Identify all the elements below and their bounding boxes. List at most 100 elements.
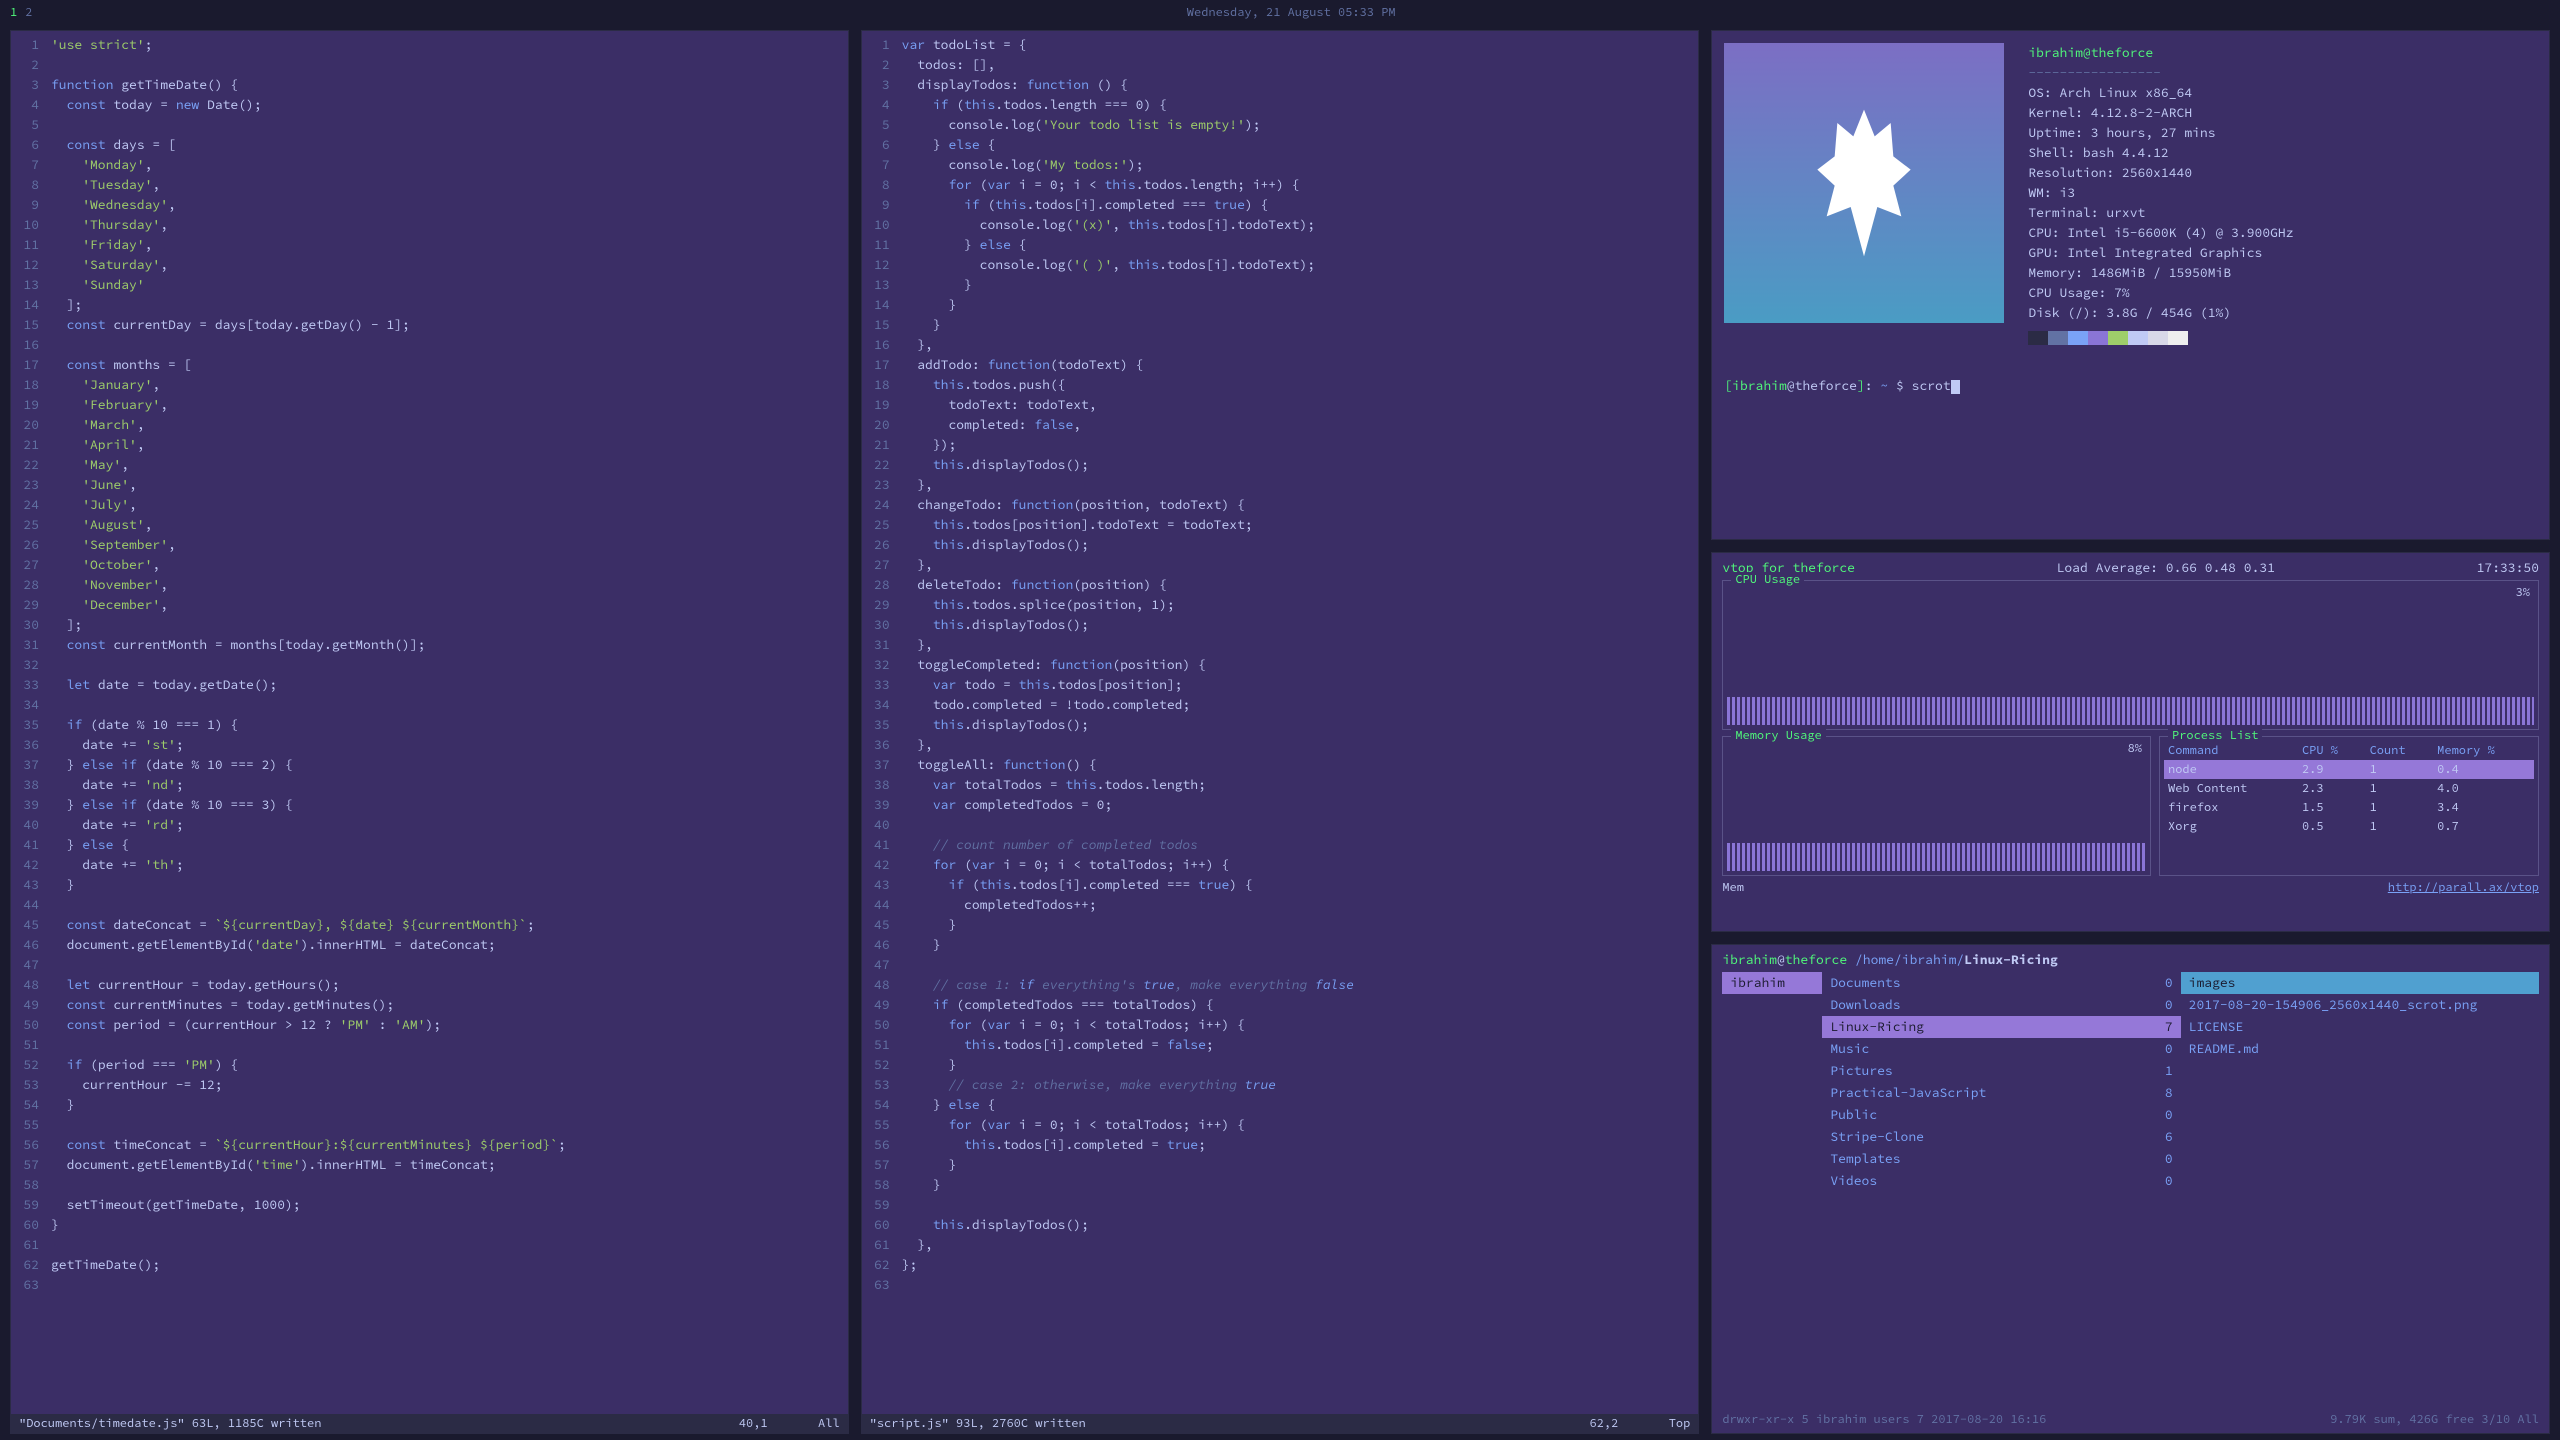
code-line[interactable]: 61 }, — [862, 1235, 1699, 1255]
ranger-col-parent[interactable]: ibrahim — [1722, 972, 1822, 1408]
code-line[interactable]: 16 }, — [862, 335, 1699, 355]
code-line[interactable]: 46 document.getElementById('date').inner… — [11, 935, 848, 955]
code-line[interactable]: 35 if (date % 10 === 1) { — [11, 715, 848, 735]
code-line[interactable]: 25 this.todos[position].todoText = todoT… — [862, 515, 1699, 535]
ranger-col-current[interactable]: Documents0Downloads0Linux-Ricing7Music0P… — [1822, 972, 2180, 1408]
code-line[interactable]: 53 currentHour -= 12; — [11, 1075, 848, 1095]
code-line[interactable]: 12 console.log('( )', this.todos[i].todo… — [862, 255, 1699, 275]
code-line[interactable]: 4 const today = new Date(); — [11, 95, 848, 115]
code-line[interactable]: 8 for (var i = 0; i < this.todos.length;… — [862, 175, 1699, 195]
ranger-item[interactable]: Music0 — [1822, 1038, 2180, 1060]
code-line[interactable]: 26 this.displayTodos(); — [862, 535, 1699, 555]
code-line[interactable]: 9 'Wednesday', — [11, 195, 848, 215]
code-line[interactable]: 57 document.getElementById('time').inner… — [11, 1155, 848, 1175]
process-row[interactable]: Web Content2.314.0 — [2164, 779, 2534, 798]
process-list[interactable]: Process List CommandCPU %CountMemory %no… — [2159, 736, 2539, 876]
code-line[interactable]: 46 } — [862, 935, 1699, 955]
code-line[interactable]: 38 var totalTodos = this.todos.length; — [862, 775, 1699, 795]
workspace-2[interactable]: 2 — [25, 5, 32, 20]
code-line[interactable]: 36 date += 'st'; — [11, 735, 848, 755]
code-line[interactable]: 14 ]; — [11, 295, 848, 315]
code-line[interactable]: 45 const dateConcat = `${currentDay}, ${… — [11, 915, 848, 935]
code-line[interactable]: 33 var todo = this.todos[position]; — [862, 675, 1699, 695]
code-line[interactable]: 33 let date = today.getDate(); — [11, 675, 848, 695]
code-line[interactable]: 60 this.displayTodos(); — [862, 1215, 1699, 1235]
code-line[interactable]: 47 — [862, 955, 1699, 975]
code-line[interactable]: 22 this.displayTodos(); — [862, 455, 1699, 475]
process-row[interactable]: Xorg0.510.7 — [2164, 817, 2534, 836]
code-line[interactable]: 29 'December', — [11, 595, 848, 615]
code-line[interactable]: 25 'August', — [11, 515, 848, 535]
code-line[interactable]: 10 'Thursday', — [11, 215, 848, 235]
code-line[interactable]: 40 — [862, 815, 1699, 835]
terminal-prompt[interactable]: [ibrahim@theforce]: ~ $ scrot — [1724, 377, 2537, 394]
code-line[interactable]: 56 const timeConcat = `${currentHour}:${… — [11, 1135, 848, 1155]
code-line[interactable]: 3function getTimeDate() { — [11, 75, 848, 95]
code-line[interactable]: 55 — [11, 1115, 848, 1135]
code-line[interactable]: 36 }, — [862, 735, 1699, 755]
code-line[interactable]: 51 — [11, 1035, 848, 1055]
code-line[interactable]: 60} — [11, 1215, 848, 1235]
code-line[interactable]: 61 — [11, 1235, 848, 1255]
code-line[interactable]: 32 toggleCompleted: function(position) { — [862, 655, 1699, 675]
code-line[interactable]: 42 date += 'th'; — [11, 855, 848, 875]
code-line[interactable]: 54 } — [11, 1095, 848, 1115]
code-line[interactable]: 18 this.todos.push({ — [862, 375, 1699, 395]
code-line[interactable]: 34 todo.completed = !todo.completed; — [862, 695, 1699, 715]
code-line[interactable]: 4 if (this.todos.length === 0) { — [862, 95, 1699, 115]
ranger-item[interactable]: Templates0 — [1822, 1148, 2180, 1170]
ranger-item[interactable]: Documents0 — [1822, 972, 2180, 994]
code-line[interactable]: 18 'January', — [11, 375, 848, 395]
code-line[interactable]: 52 } — [862, 1055, 1699, 1075]
ranger-item[interactable]: Videos0 — [1822, 1170, 2180, 1192]
code-line[interactable]: 13 } — [862, 275, 1699, 295]
code-line[interactable]: 19 'February', — [11, 395, 848, 415]
code-line[interactable]: 7 'Monday', — [11, 155, 848, 175]
code-line[interactable]: 13 'Sunday' — [11, 275, 848, 295]
code-line[interactable]: 34 — [11, 695, 848, 715]
code-line[interactable]: 15 } — [862, 315, 1699, 335]
code-line[interactable]: 62}; — [862, 1255, 1699, 1275]
code-line[interactable]: 21 }); — [862, 435, 1699, 455]
code-line[interactable]: 28 deleteTodo: function(position) { — [862, 575, 1699, 595]
code-line[interactable]: 7 console.log('My todos:'); — [862, 155, 1699, 175]
code-line[interactable]: 14 } — [862, 295, 1699, 315]
code-line[interactable]: 54 } else { — [862, 1095, 1699, 1115]
code-line[interactable]: 52 if (period === 'PM') { — [11, 1055, 848, 1075]
code-line[interactable]: 37 toggleAll: function() { — [862, 755, 1699, 775]
code-line[interactable]: 27 'October', — [11, 555, 848, 575]
code-line[interactable]: 20 'March', — [11, 415, 848, 435]
code-line[interactable]: 63 — [11, 1275, 848, 1295]
code-line[interactable]: 1'use strict'; — [11, 35, 848, 55]
code-line[interactable]: 12 'Saturday', — [11, 255, 848, 275]
ranger-item[interactable]: README.md — [2181, 1038, 2539, 1060]
code-line[interactable]: 37 } else if (date % 10 === 2) { — [11, 755, 848, 775]
code-line[interactable]: 19 todoText: todoText, — [862, 395, 1699, 415]
code-line[interactable]: 41 // count number of completed todos — [862, 835, 1699, 855]
ranger-item[interactable]: images — [2181, 972, 2539, 994]
code-line[interactable]: 24 'July', — [11, 495, 848, 515]
code-line[interactable]: 6 } else { — [862, 135, 1699, 155]
code-line[interactable]: 20 completed: false, — [862, 415, 1699, 435]
code-line[interactable]: 41 } else { — [11, 835, 848, 855]
code-line[interactable]: 35 this.displayTodos(); — [862, 715, 1699, 735]
code-line[interactable]: 59 — [862, 1195, 1699, 1215]
code-line[interactable]: 39 } else if (date % 10 === 3) { — [11, 795, 848, 815]
ranger-item[interactable]: Downloads0 — [1822, 994, 2180, 1016]
code-line[interactable]: 5 — [11, 115, 848, 135]
ranger-item[interactable]: Practical-JavaScript8 — [1822, 1082, 2180, 1104]
code-line[interactable]: 30 this.displayTodos(); — [862, 615, 1699, 635]
neofetch-pane[interactable]: ibrahim@theforce ----------------- OS: A… — [1711, 30, 2550, 540]
code-line[interactable]: 28 'November', — [11, 575, 848, 595]
editor-pane-middle[interactable]: 1var todoList = {2 todos: [],3 displayTo… — [861, 30, 1700, 1434]
code-line[interactable]: 45 } — [862, 915, 1699, 935]
code-line[interactable]: 23 'June', — [11, 475, 848, 495]
code-line[interactable]: 26 'September', — [11, 535, 848, 555]
code-line[interactable]: 1var todoList = { — [862, 35, 1699, 55]
code-line[interactable]: 6 const days = [ — [11, 135, 848, 155]
editor-pane-left[interactable]: 1'use strict';23function getTimeDate() {… — [10, 30, 849, 1434]
code-line[interactable]: 51 this.todos[i].completed = false; — [862, 1035, 1699, 1055]
code-line[interactable]: 31 const currentMonth = months[today.get… — [11, 635, 848, 655]
code-line[interactable]: 44 — [11, 895, 848, 915]
code-line[interactable]: 56 this.todos[i].completed = true; — [862, 1135, 1699, 1155]
